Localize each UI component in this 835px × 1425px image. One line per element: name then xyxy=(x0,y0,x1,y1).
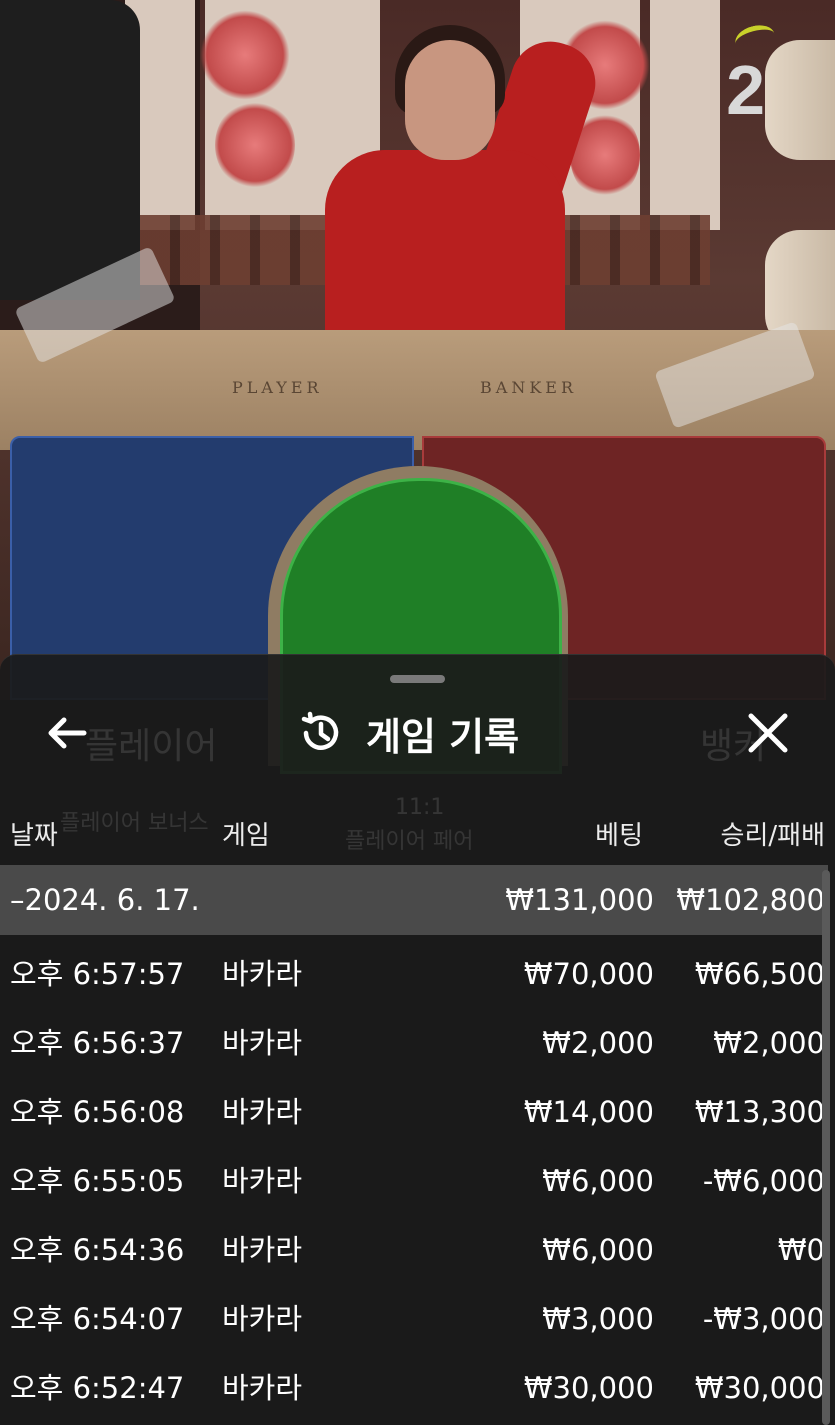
row-result: ₩66,500 xyxy=(694,957,825,991)
window-panel xyxy=(650,0,720,230)
history-row[interactable]: 오후 6:54:07 바카라 ₩3,000 -₩3,000 xyxy=(0,1285,828,1354)
row-bet: ₩6,000 xyxy=(542,1164,654,1198)
ghost-text: 플레이어 xyxy=(85,726,218,767)
dealer-head xyxy=(405,40,495,160)
game-history-sheet: 플레이어 뱅커 플레이어 보너스 11:1 플레이어 페어 게임 기록 날짜 게… xyxy=(0,654,835,1425)
close-icon xyxy=(748,713,788,753)
row-bet: ₩70,000 xyxy=(523,957,654,991)
blossom-decoration xyxy=(200,10,290,100)
sheet-title: 게임 기록 xyxy=(366,714,520,759)
lantern xyxy=(765,40,835,160)
row-game: 바카라 xyxy=(222,1095,303,1129)
close-button[interactable] xyxy=(738,703,798,763)
history-row[interactable]: 오후 6:52:47 바카라 ₩30,000 ₩30,000 xyxy=(0,1354,828,1423)
row-time: 오후 6:56:37 xyxy=(10,1026,185,1060)
row-time: 오후 6:54:07 xyxy=(10,1302,185,1336)
row-time: 오후 6:57:57 xyxy=(10,957,185,991)
sheet-header: 게임 기록 xyxy=(298,703,519,763)
blossom-decoration xyxy=(215,100,295,190)
arrow-left-icon xyxy=(48,717,87,749)
ghost-text: 플레이어 보너스 xyxy=(60,811,209,836)
row-bet: ₩3,000 xyxy=(542,1302,654,1336)
history-row[interactable]: 오후 6:56:37 바카라 ₩2,000 ₩2,000 xyxy=(0,1009,828,1078)
row-result: -₩6,000 xyxy=(702,1164,825,1198)
history-row[interactable]: 오후 6:55:05 바카라 ₩6,000 -₩6,000 xyxy=(0,1147,828,1216)
drag-handle[interactable] xyxy=(390,675,445,683)
row-time: 오후 6:52:47 xyxy=(10,1371,185,1405)
row-time: 오후 6:56:08 xyxy=(10,1095,185,1129)
history-scrollbar[interactable] xyxy=(822,870,830,1425)
row-bet: ₩14,000 xyxy=(523,1095,654,1129)
row-game: 바카라 xyxy=(222,1302,303,1336)
row-result: ₩30,000 xyxy=(694,1371,825,1405)
column-header-bet: 베팅 xyxy=(595,821,643,851)
row-bet: ₩2,000 xyxy=(542,1026,654,1060)
day-group-row[interactable]: –2024. 6. 17. ₩131,000 ₩102,800 xyxy=(0,865,828,935)
day-group-date: –2024. 6. 17. xyxy=(10,883,200,917)
column-header-date: 날짜 xyxy=(10,821,58,851)
row-game: 바카라 xyxy=(222,957,303,991)
row-result: ₩0 xyxy=(777,1233,825,1267)
history-row[interactable]: 오후 6:54:36 바카라 ₩6,000 ₩0 xyxy=(0,1216,828,1285)
round-counter: 2 xyxy=(726,51,765,129)
row-bet: ₩30,000 xyxy=(523,1371,654,1405)
row-result: ₩13,300 xyxy=(694,1095,825,1129)
row-bet: ₩6,000 xyxy=(542,1233,654,1267)
ghost-text: 11:1 xyxy=(395,795,445,820)
row-time: 오후 6:55:05 xyxy=(10,1164,185,1198)
column-header-result: 승리/패배 xyxy=(720,821,825,851)
day-group-total-result: ₩102,800 xyxy=(676,883,825,917)
row-game: 바카라 xyxy=(222,1164,303,1198)
row-game: 바카라 xyxy=(222,1371,303,1405)
row-result: ₩2,000 xyxy=(713,1026,825,1060)
row-result: -₩3,000 xyxy=(702,1302,825,1336)
history-clock-icon xyxy=(301,711,339,750)
day-group-total-bet: ₩131,000 xyxy=(505,883,654,917)
history-row[interactable]: 오후 6:56:08 바카라 ₩14,000 ₩13,300 xyxy=(0,1078,828,1147)
row-game: 바카라 xyxy=(222,1233,303,1267)
assistant-dealer xyxy=(0,0,140,300)
table-label-banker: BANKER xyxy=(480,378,577,397)
back-button[interactable] xyxy=(40,703,100,763)
row-game: 바카라 xyxy=(222,1026,303,1060)
column-header-game: 게임 xyxy=(222,821,270,851)
row-time: 오후 6:54:36 xyxy=(10,1233,185,1267)
history-row[interactable]: 오후 6:57:57 바카라 ₩70,000 ₩66,500 xyxy=(0,940,828,1009)
table-label-player: PLAYER xyxy=(232,378,323,397)
ghost-text: 플레이어 페어 xyxy=(345,829,474,854)
